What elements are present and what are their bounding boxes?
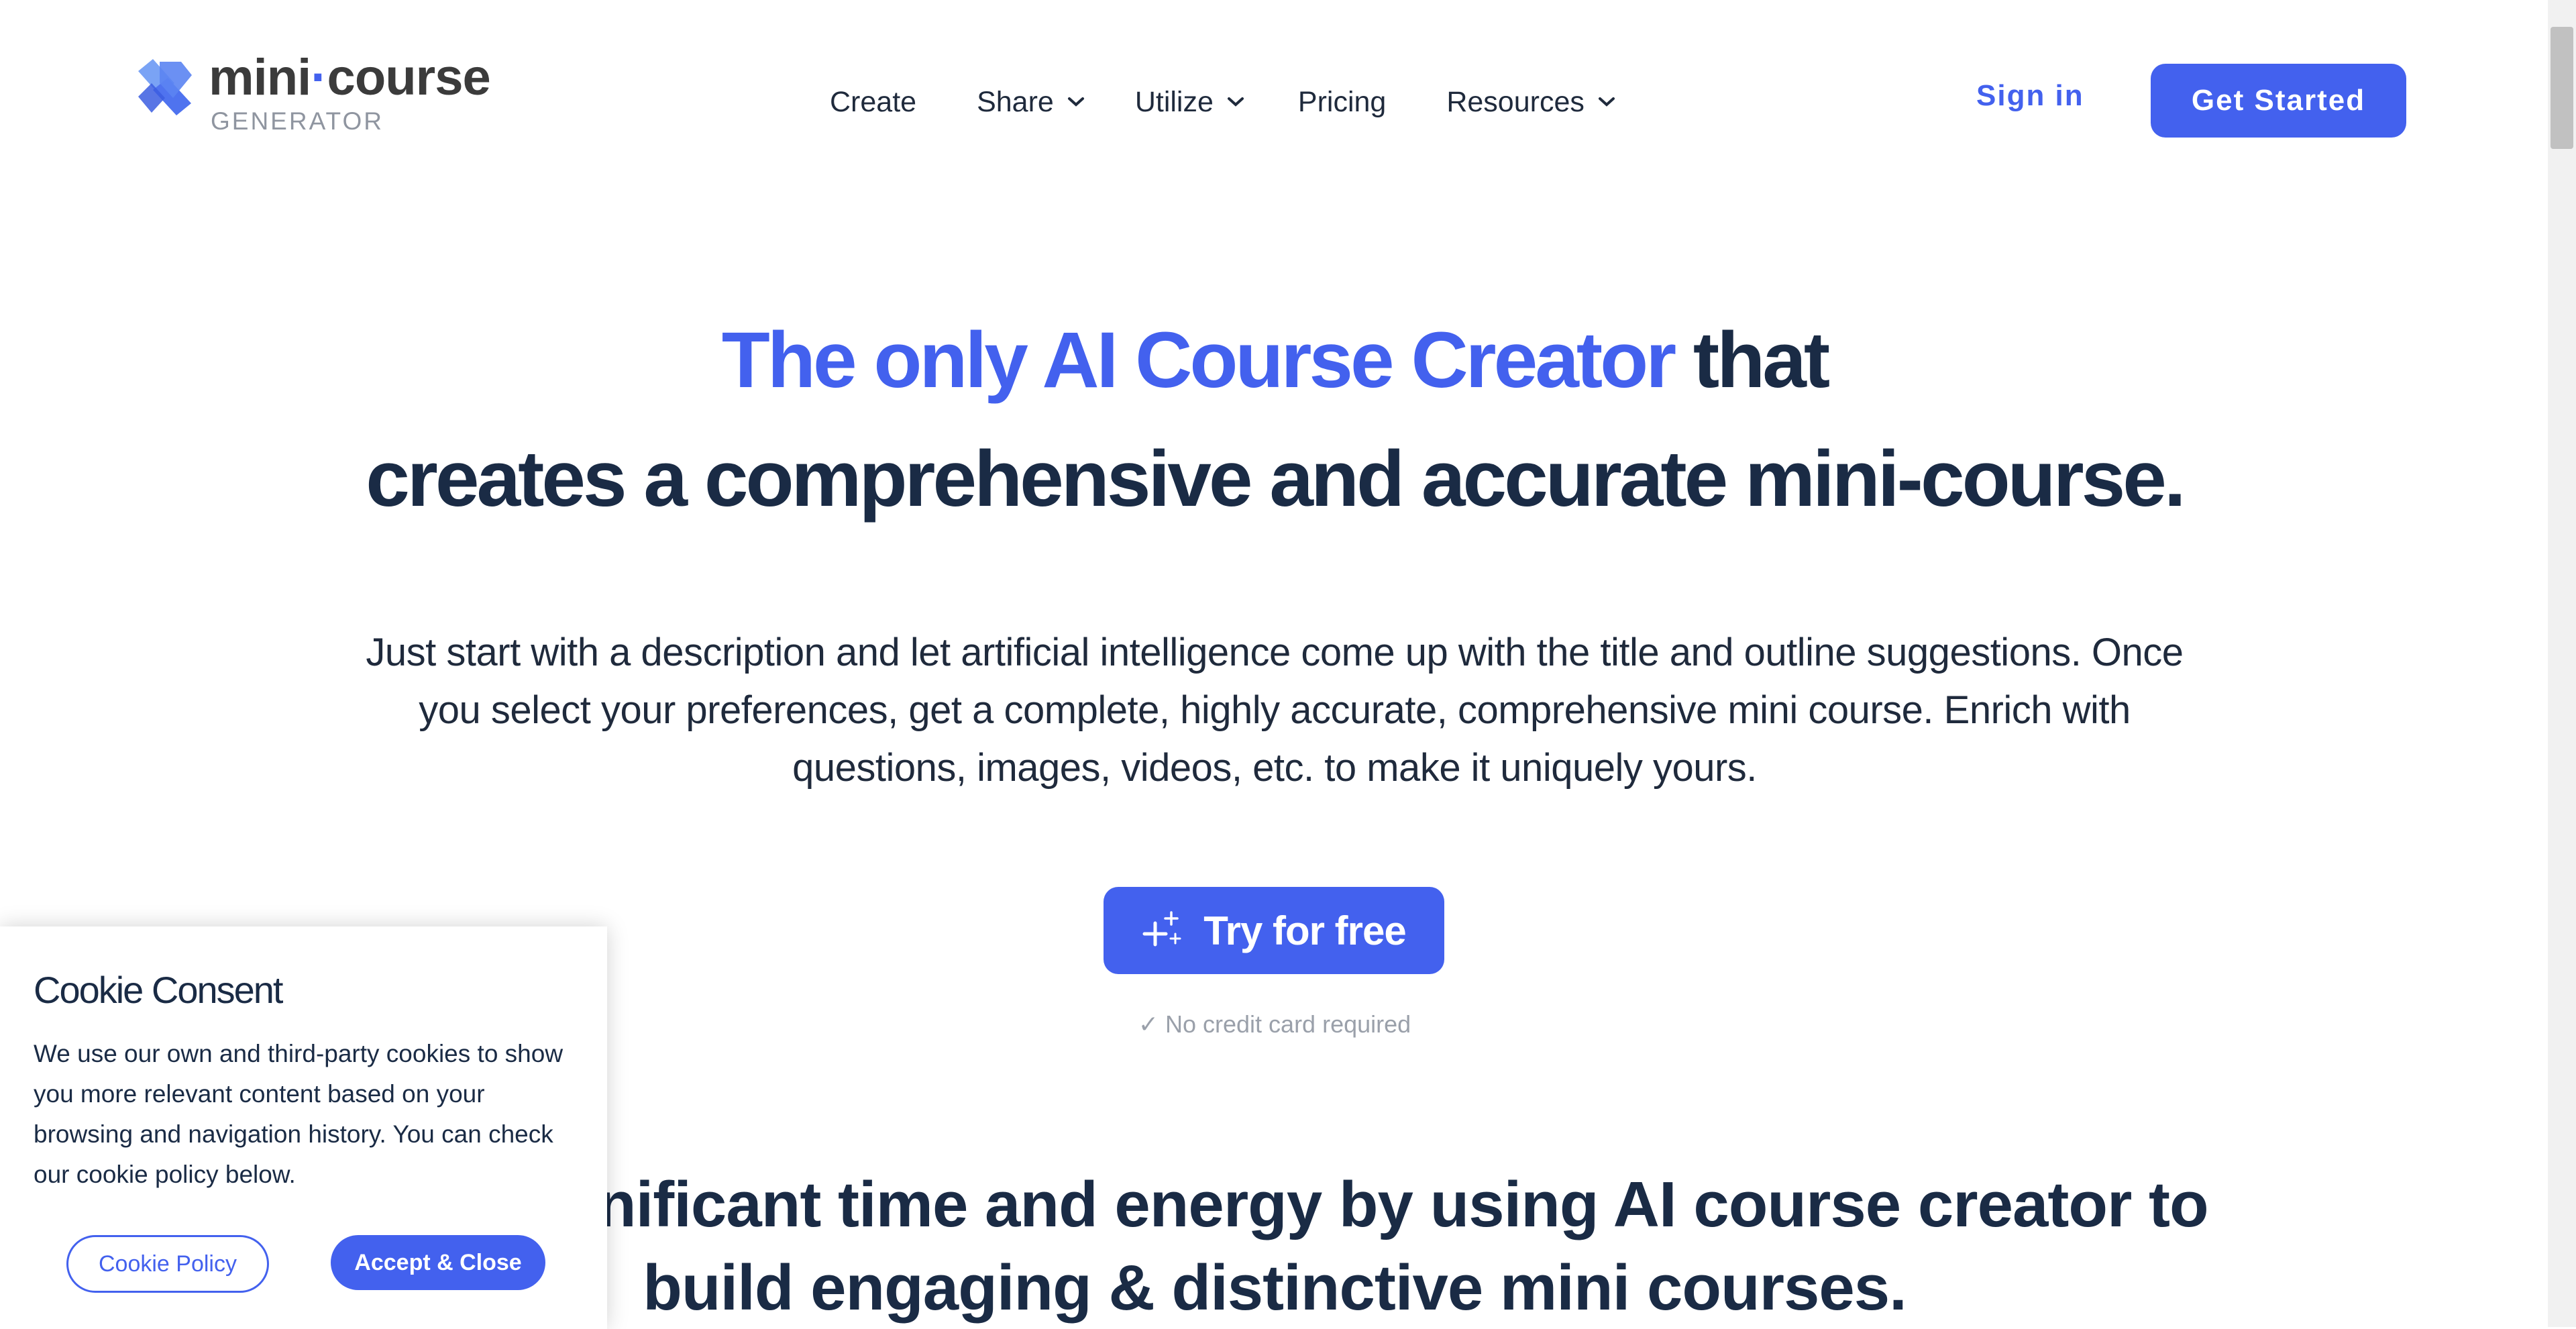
- sparkles-icon: [1142, 911, 1181, 947]
- accept-close-button[interactable]: Accept & Close: [331, 1235, 545, 1290]
- cookie-title: Cookie Consent: [34, 969, 283, 1011]
- cookie-text: We use our own and third-party cookies t…: [34, 1040, 564, 1188]
- brand-tagline: GENERATOR: [211, 107, 384, 135]
- try-for-free-label: Try for free: [1203, 908, 1406, 953]
- nav-item-resources[interactable]: Resources: [1446, 86, 1615, 119]
- scrollbar-thumb[interactable]: [2551, 27, 2573, 149]
- hero-title-line2: creates a comprehensive and accurate min…: [366, 435, 2186, 523]
- nav-item-utilize[interactable]: Utilize: [1135, 86, 1244, 119]
- scrollbar-track[interactable]: [2548, 0, 2576, 1327]
- chevron-down-icon: [1067, 97, 1084, 107]
- nav-item-label: Create: [830, 85, 917, 118]
- nav-item-label: Resources: [1446, 85, 1585, 118]
- get-started-button[interactable]: Get Started: [2151, 64, 2406, 138]
- hero-title-line1: The only AI Course Creator that: [0, 321, 2549, 400]
- hero-title-accent: The only AI Course Creator: [721, 316, 1676, 405]
- cookie-policy-button[interactable]: Cookie Policy: [66, 1235, 269, 1293]
- nav-item-label: Utilize: [1134, 85, 1214, 118]
- chevron-down-icon: [1227, 97, 1244, 107]
- logo-mark-icon: [138, 59, 192, 115]
- cookie-consent-panel: Cookie Consent We use our own and third-…: [0, 926, 607, 1329]
- main-nav: Create Share Utilize Pricing Resources: [830, 82, 1615, 122]
- nav-item-create[interactable]: Create: [830, 86, 916, 119]
- sign-in-link[interactable]: Sign in: [1976, 79, 2084, 113]
- try-for-free-button[interactable]: Try for free: [1104, 887, 1444, 974]
- nav-item-label: Share: [977, 85, 1054, 118]
- hero-description: Just start with a description and let ar…: [366, 631, 2184, 790]
- chevron-down-icon: [1598, 97, 1615, 107]
- nav-item-label: Pricing: [1297, 85, 1387, 118]
- nav-item-share[interactable]: Share: [977, 86, 1085, 119]
- brand-logo[interactable]: mini·course GENERATOR: [133, 52, 508, 144]
- brand-name: mini·course: [209, 49, 491, 106]
- nav-item-pricing[interactable]: Pricing: [1298, 86, 1386, 119]
- hero-title-rest: that: [1674, 316, 1830, 405]
